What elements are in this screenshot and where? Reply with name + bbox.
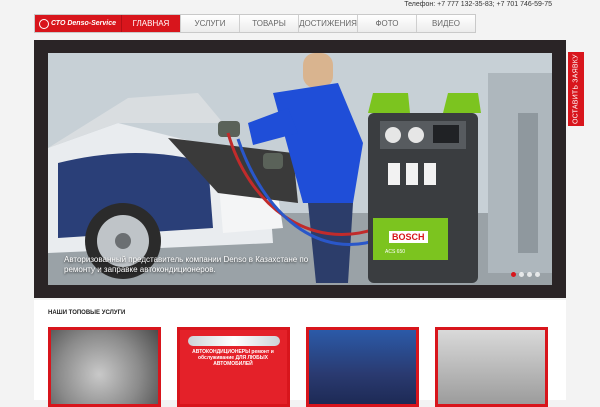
nav-item-products[interactable]: ТОВАРЫ — [239, 15, 298, 32]
hero-illustration — [48, 53, 552, 285]
header-phone: Телефон: +7 777 132-35-83; +7 701 746-59… — [404, 1, 552, 8]
hero-slider: BOSCH ACS 650 Авторизованный представите… — [34, 40, 566, 298]
machine-brand-badge: BOSCH — [389, 231, 428, 243]
slider-dot[interactable] — [519, 272, 524, 277]
service-card-brakes[interactable] — [48, 327, 161, 407]
service-card-ac[interactable]: АВТОКОНДИЦИОНЕРЫ ремонт и обслуживание Д… — [177, 327, 290, 407]
slider-dot[interactable] — [535, 272, 540, 277]
services-title: НАШИ ТОПОВЫЕ УСЛУГИ — [48, 310, 126, 316]
slider-dot[interactable] — [527, 272, 532, 277]
nav-item-video[interactable]: ВИДЕО — [416, 15, 475, 32]
service-card-team[interactable] — [306, 327, 419, 407]
top-services-section: НАШИ ТОПОВЫЕ УСЛУГИ АВТОКОНДИЦИОНЕРЫ рем… — [34, 300, 566, 407]
hero-image: BOSCH ACS 650 Авторизованный представите… — [48, 53, 552, 285]
card-car-image — [188, 336, 280, 346]
main-nav: СТО Denso-Service ГЛАВНАЯ УСЛУГИ ТОВАРЫ … — [34, 14, 476, 33]
nav-item-home[interactable]: ГЛАВНАЯ — [121, 15, 180, 32]
machine-model-label: ACS 650 — [385, 249, 406, 255]
nav-item-services[interactable]: УСЛУГИ — [180, 15, 239, 32]
slider-dot[interactable] — [511, 272, 516, 277]
slider-dots — [511, 272, 540, 277]
nav-item-achievements[interactable]: ДОСТИЖЕНИЯ — [298, 15, 357, 32]
service-card-label: АВТОКОНДИЦИОНЕРЫ ремонт и обслуживание Д… — [192, 349, 274, 367]
leave-request-tab[interactable]: ОСТАВИТЬ ЗАЯВКУ — [568, 52, 584, 126]
service-card-injectors[interactable] — [435, 327, 548, 407]
hero-caption: Авторизованный представитель компании De… — [64, 255, 309, 274]
logo-icon — [39, 18, 49, 29]
nav-item-photo[interactable]: ФОТО — [357, 15, 416, 32]
site-logo[interactable]: СТО Denso-Service — [35, 15, 121, 32]
logo-text: СТО Denso-Service — [51, 20, 116, 27]
